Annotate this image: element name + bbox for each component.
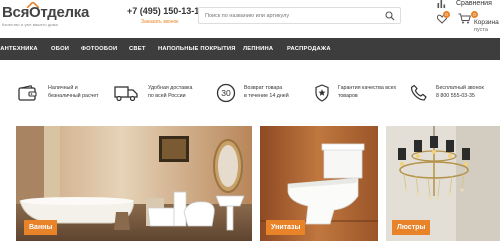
main-nav: САНТЕХНИКА ОБОИ ФОТООБОИ СВЕТ НАПОЛЬНЫЕ … [0,38,500,60]
header-phone[interactable]: +7 (495) 150-13-10 [127,6,204,16]
favorites-badge: 0 [443,11,450,18]
phone-icon [410,84,427,101]
cart-icon[interactable] [458,13,471,24]
feature-payment-line2: безналичный расчет [48,93,99,99]
feature-return-line1: Возврат товара [244,85,283,91]
logo-tagline: Качество и уют вашего дома [2,22,58,27]
feature-payment-line1: Наличный и [48,85,78,91]
feature-delivery-line1: Удобная доставка [148,85,193,91]
search-icon[interactable] [385,11,395,21]
features-bar: Наличный и безналичный расчет Удобная до… [0,60,500,126]
logo[interactable]: ВсяОтделка Качество и уют вашего дома [0,2,92,28]
star-badge-icon [315,84,329,102]
compare-label[interactable]: Сравнения [456,0,492,7]
nav-item-sale[interactable]: РАСПРОДАЖА [287,38,331,60]
feature-guarantee-line2: товаров [338,93,358,99]
category-label-baths[interactable]: Ванны [24,220,58,235]
nav-item-oboi[interactable]: ОБОИ [51,38,69,60]
logo-text: ВсяОтделка [2,4,89,21]
wallet-icon [18,85,37,101]
category-card-baths[interactable]: Ванны [16,126,252,241]
truck-icon [114,86,138,101]
feature-delivery-line2: по всей России [148,93,186,99]
category-label-chandeliers[interactable]: Люстры [392,220,431,235]
feature-guarantee-line1: Гарантия качества всех [338,85,397,91]
nav-item-santehnika[interactable]: САНТЕХНИКА [0,38,38,60]
cart-status: пуста [474,27,488,33]
feature-call-line2[interactable]: 8 800 555-03-35 [436,93,475,99]
category-card-chandeliers[interactable]: Люстры [386,126,500,241]
search-input[interactable] [199,8,384,23]
category-card-toilets[interactable]: Унитазы [260,126,378,241]
cart-badge: 0 [471,11,478,18]
category-label-toilets[interactable]: Унитазы [266,220,306,235]
nav-item-fotooboi[interactable]: ФОТООБОИ [81,38,117,60]
callback-link[interactable]: Заказать звонок [141,19,178,25]
nav-item-floor[interactable]: НАПОЛЬНЫЕ ПОКРЫТИЯ [158,38,236,60]
site-header: ВсяОтделка Качество и уют вашего дома +7… [0,0,500,38]
return-icon-number: 30 [221,88,231,98]
return-30-icon: 30 [216,83,236,103]
search-box [198,7,401,24]
compare-icon[interactable] [437,0,446,8]
cart-label[interactable]: Корзина [474,19,499,26]
feature-return-line2: в течение 14 дней [244,93,289,99]
nav-item-lepnina[interactable]: ЛЕПНИНА [243,38,273,60]
feature-call-line1: Бесплатный звонок [436,85,484,91]
nav-item-svet[interactable]: СВЕТ [129,38,146,60]
